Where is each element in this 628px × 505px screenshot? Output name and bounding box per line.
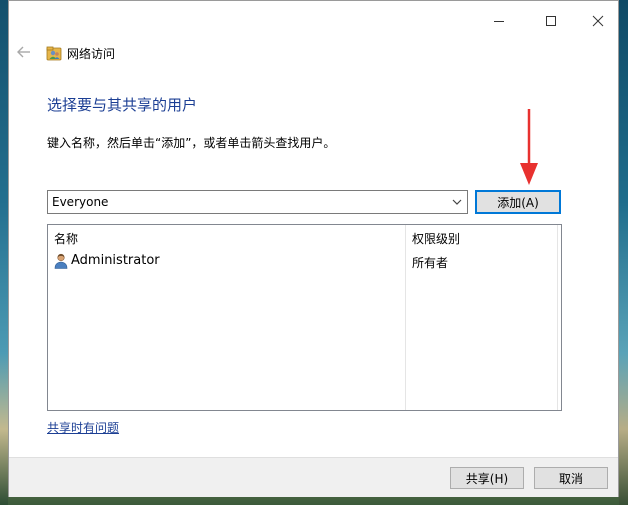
back-arrow-icon [17, 46, 30, 58]
maximize-icon [546, 16, 556, 26]
user-icon [54, 253, 68, 269]
cancel-button[interactable]: 取消 [534, 467, 608, 489]
dialog-footer: 共享(H) 取消 [9, 457, 618, 497]
permission-level-cell[interactable]: 所有者 [412, 254, 448, 271]
back-button[interactable] [13, 42, 35, 62]
maximize-button[interactable] [536, 9, 566, 33]
network-access-dialog: 网络访问 选择要与其共享的用户 键入名称，然后单击“添加”，或者单击箭头查找用户… [8, 0, 619, 497]
network-users-icon [46, 46, 62, 61]
user-combobox[interactable] [47, 190, 468, 214]
user-name-input[interactable] [48, 191, 444, 213]
close-button[interactable] [583, 9, 613, 33]
user-permission-list[interactable]: 名称 权限级别 Administrator 所有者 [47, 224, 562, 411]
window-title: 网络访问 [67, 47, 116, 61]
minimize-button[interactable] [484, 9, 514, 33]
minimize-icon [494, 21, 504, 22]
column-header-permission-level[interactable]: 权限级别 [412, 230, 460, 247]
chevron-down-icon [452, 199, 462, 205]
sharing-help-link[interactable]: 共享时有问题 [47, 419, 119, 436]
instruction-text: 键入名称，然后单击“添加”，或者单击箭头查找用户。 [47, 136, 336, 150]
table-row[interactable]: Administrator 所有者 [49, 251, 560, 271]
user-name-cell: Administrator [71, 253, 160, 268]
desktop-wallpaper-left [0, 0, 8, 505]
red-arrow-annotation-icon [520, 109, 538, 185]
close-icon [592, 15, 604, 27]
column-header-name[interactable]: 名称 [54, 230, 78, 247]
desktop-wallpaper-right [619, 0, 628, 505]
share-button[interactable]: 共享(H) [450, 467, 524, 489]
add-button[interactable]: 添加(A) [475, 190, 561, 214]
combobox-dropdown-button[interactable] [449, 193, 465, 211]
page-heading: 选择要与其共享的用户 [47, 96, 198, 114]
